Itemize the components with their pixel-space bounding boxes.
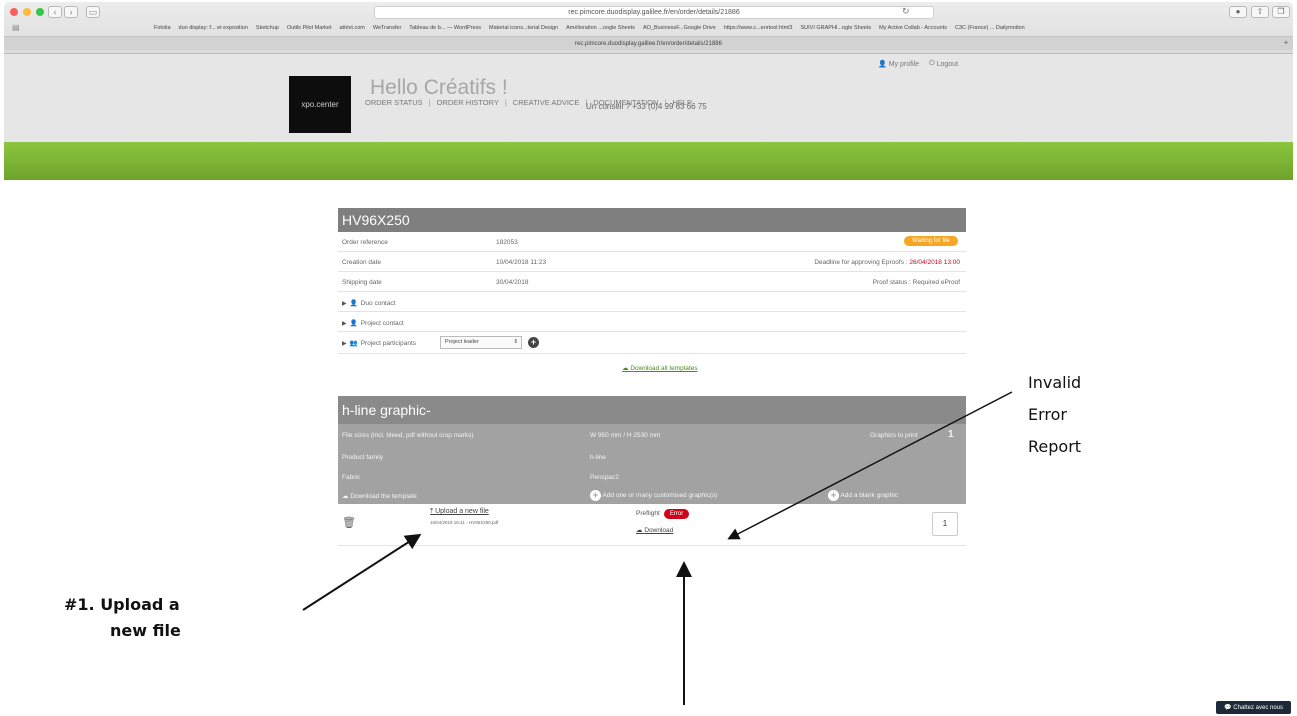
- back-icon[interactable]: ‹: [48, 6, 62, 18]
- chat-icon: 💬: [1224, 705, 1232, 711]
- file-row: 🗑 ⤒ Upload a new file 16/04/2018 16:41 -…: [338, 504, 966, 546]
- expand-icon: ▶: [342, 320, 347, 327]
- cloud-download-icon: ☁: [342, 493, 349, 500]
- participant-role-select[interactable]: Project leader ⇕: [440, 336, 522, 349]
- nav-order-history[interactable]: ORDER HISTORY: [437, 98, 499, 107]
- bookmark-item[interactable]: attrivt.com: [339, 22, 364, 34]
- duo-contact-row[interactable]: ▶ 👤 Duo contact: [338, 292, 966, 312]
- extension-icon[interactable]: ●: [1229, 6, 1247, 18]
- deadline-value: 26/04/2018 13:00: [909, 259, 960, 266]
- close-window-button[interactable]: [10, 8, 18, 16]
- nav-documentation[interactable]: DOCUMENTATION: [593, 98, 658, 107]
- shipping-date-row: Shipping date 30/04/2018 Proof status : …: [338, 272, 966, 292]
- preflight-status: Preflight Error: [636, 509, 690, 519]
- bookmark-item[interactable]: Sketchup: [256, 22, 279, 34]
- sidebar-icon[interactable]: ▭: [86, 6, 100, 18]
- browser-toolbar: ‹ › ▭ rec.pimcore.duodisplay.galilee.fr/…: [4, 2, 1293, 54]
- address-bar[interactable]: rec.pimcore.duodisplay.galilee.fr/en/ord…: [374, 6, 934, 19]
- bookmark-item[interactable]: https://www.c...enrtool.html3: [724, 22, 793, 34]
- order-title: HV96X250: [338, 208, 966, 232]
- plus-icon: +: [590, 490, 601, 501]
- order-panel: HV96X250 Order reference 182053 Waiting …: [338, 208, 966, 382]
- bookmark-item[interactable]: SUIVI GRAPHI...ogle Sheets: [800, 22, 871, 34]
- annotation-upload-line1: #1. Upload a: [64, 595, 180, 614]
- user-icon: 👤: [878, 61, 887, 68]
- graphics-count: 1: [948, 429, 954, 440]
- order-reference-row: Order reference 182053 Waiting for file: [338, 232, 966, 252]
- green-banner: [4, 142, 1293, 180]
- bookmarks-bar: Fotolia duo display: f... et exposition Sk…: [4, 22, 1293, 34]
- cloud-download-icon: ☁: [622, 365, 629, 372]
- bookmark-item[interactable]: AO_BusinessF...Google Drive: [643, 22, 716, 34]
- forward-icon[interactable]: ›: [64, 6, 78, 18]
- plus-icon: +: [828, 490, 839, 501]
- user-icon: 👤: [349, 300, 358, 307]
- my-profile-link[interactable]: 👤 My profile: [878, 60, 919, 69]
- project-contact-row[interactable]: ▶ 👤 Project contact: [338, 312, 966, 332]
- user-links: 👤 My profile ⏻ Logout: [878, 60, 958, 68]
- add-customised-graphic-button[interactable]: + Add one or many customised graphic(s): [590, 490, 717, 501]
- annotation-invalid-line1: Invalid: [1028, 373, 1082, 392]
- upload-new-file-link[interactable]: ⤒ Upload a new file: [430, 508, 489, 516]
- browser-tab[interactable]: rec.pimcore.duodisplay.galilee.fr/en/ord…: [4, 36, 1293, 50]
- logo[interactable]: xpo.center: [289, 76, 351, 133]
- nav-order-status[interactable]: ORDER STATUS: [365, 98, 423, 107]
- quantity-input[interactable]: 1: [932, 512, 958, 536]
- new-tab-button[interactable]: +: [1281, 37, 1291, 49]
- bookmark-item[interactable]: Tableau de b... — WordPress: [409, 22, 481, 34]
- expand-icon: ▶: [342, 340, 347, 347]
- download-all-row: ☁ Download all templates: [338, 354, 966, 382]
- upload-file-meta: 16/04/2018 16:41 - HV96X250.pdf: [430, 520, 499, 525]
- reload-icon[interactable]: ↻: [902, 6, 910, 17]
- project-participants-row: ▶ 👥 Project participants Project leader ⇕ +: [338, 332, 966, 354]
- bookmark-item[interactable]: duo display: f... et exposition: [179, 22, 248, 34]
- graphic-panel: h-line graphic- File sizes (incl. bleed,…: [338, 396, 966, 546]
- nav-creative-advice[interactable]: CREATIVE ADVICE: [513, 98, 580, 107]
- bookmark-item[interactable]: Material icons...terial Design: [489, 22, 558, 34]
- add-blank-graphic-button[interactable]: + Add a blank graphic: [828, 490, 898, 501]
- bookmark-item[interactable]: My Active Collab - Accounts: [879, 22, 947, 34]
- bookmark-item[interactable]: Amélioration ...oogle Sheets: [566, 22, 635, 34]
- cloud-download-icon: ☁: [636, 527, 643, 534]
- tabs-icon[interactable]: ❐: [1272, 6, 1290, 18]
- graphic-details: h-line graphic- File sizes (incl. bleed,…: [338, 396, 966, 504]
- error-badge: Error: [663, 509, 690, 519]
- bookmark-item[interactable]: C3C (France) ... Dailymotion: [955, 22, 1025, 34]
- proof-status: Proof status : Required eProof: [872, 279, 960, 286]
- chat-button[interactable]: 💬 Chattez avec nous: [1216, 701, 1291, 714]
- minimize-window-button[interactable]: [23, 8, 31, 16]
- add-participant-button[interactable]: +: [528, 337, 539, 348]
- nav-help[interactable]: HELP: [672, 98, 692, 107]
- download-report-link[interactable]: ☁ Download: [636, 526, 673, 534]
- annotation-invalid-line3: Report: [1028, 437, 1082, 456]
- share-icon[interactable]: ⇧: [1251, 6, 1269, 18]
- trash-icon[interactable]: 🗑: [342, 516, 356, 529]
- upload-icon: ⤒: [430, 508, 434, 515]
- creation-date-row: Creation date 10/04/2018 11:23 Deadline …: [338, 252, 966, 272]
- annotation-invalid-line2: Error: [1028, 405, 1067, 424]
- logout-link[interactable]: ⏻ Logout: [929, 60, 958, 68]
- expand-icon: ▶: [342, 300, 347, 307]
- download-template-link[interactable]: ☁ Download the template: [342, 492, 417, 500]
- browser-window: ‹ › ▭ rec.pimcore.duodisplay.galilee.fr/…: [0, 0, 1297, 716]
- users-icon: 👥: [349, 340, 358, 347]
- user-icon: 👤: [349, 320, 358, 327]
- bookmark-item[interactable]: Outils Pilot Market: [287, 22, 332, 34]
- main-nav: ORDER STATUS | ORDER HISTORY | CREATIVE AD…: [365, 98, 692, 107]
- power-icon: ⏻: [929, 60, 935, 67]
- bookmark-item[interactable]: WeTransfer: [373, 22, 401, 34]
- download-all-templates-link[interactable]: ☁ Download all templates: [622, 364, 698, 372]
- annotation-upload-line2: new file: [110, 621, 181, 640]
- bookmark-item[interactable]: Fotolia: [154, 22, 171, 34]
- plus-icon: +: [528, 337, 539, 348]
- window-controls: [10, 8, 44, 16]
- maximize-window-button[interactable]: [36, 8, 44, 16]
- status-badge: Waiting for file: [904, 236, 958, 246]
- project-participants-toggle[interactable]: ▶ 👥 Project participants: [342, 339, 416, 348]
- page-greeting: Hello Créatifs !: [370, 76, 508, 99]
- graphic-title: h-line graphic-: [338, 396, 966, 424]
